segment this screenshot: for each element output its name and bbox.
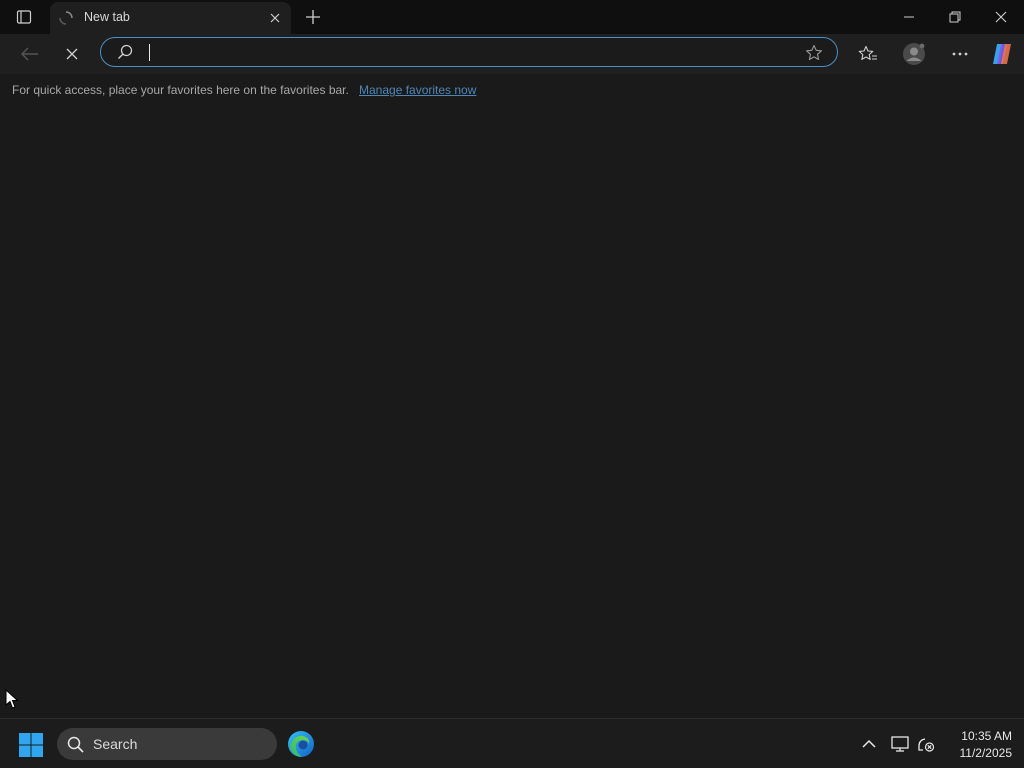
address-input[interactable]: [151, 42, 795, 64]
mouse-cursor-icon: [5, 689, 19, 709]
taskbar: Search 10:35 AM 11/2/2025: [0, 718, 1024, 768]
show-hidden-icons-button[interactable]: [859, 734, 879, 754]
minimize-button[interactable]: [886, 0, 932, 34]
copilot-button[interactable]: [988, 40, 1016, 68]
back-button[interactable]: [16, 40, 44, 68]
favorites-icon: [858, 45, 877, 60]
taskbar-search-label: Search: [93, 736, 138, 752]
display-tray-button[interactable]: [890, 734, 910, 754]
more-options-button[interactable]: [946, 40, 974, 68]
favorites-bar-message: For quick access, place your favorites h…: [12, 83, 349, 97]
tab-actions-icon: [16, 10, 32, 24]
windows-logo-icon[interactable]: [18, 732, 44, 758]
chevron-up-icon: [862, 739, 876, 748]
close-icon: [995, 11, 1007, 23]
tab-actions-button[interactable]: [10, 7, 38, 27]
back-icon: [21, 47, 38, 61]
restore-button[interactable]: [932, 0, 978, 34]
tab-new-tab[interactable]: New tab: [50, 2, 291, 34]
more-icon: [952, 52, 968, 56]
stop-loading-button[interactable]: [58, 40, 86, 68]
favorites-button[interactable]: [854, 40, 882, 68]
title-bar: New tab: [0, 0, 1024, 34]
browser-toolbar: [0, 34, 1024, 74]
network-disconnected-icon: [918, 738, 935, 752]
close-window-button[interactable]: [978, 0, 1024, 34]
edge-icon[interactable]: [287, 730, 315, 758]
minimize-icon: [904, 16, 914, 18]
taskbar-search-box[interactable]: Search: [57, 728, 277, 760]
display-icon: [891, 736, 909, 752]
address-bar[interactable]: [100, 37, 838, 67]
new-tab-button[interactable]: [302, 6, 324, 28]
clock-time: 10:35 AM: [961, 729, 1012, 743]
favorites-bar: For quick access, place your favorites h…: [0, 74, 1024, 104]
search-icon: [67, 736, 84, 753]
stop-icon: [66, 48, 78, 60]
tab-close-button[interactable]: [267, 10, 283, 26]
profile-button[interactable]: [900, 40, 928, 68]
page-content: [0, 104, 1024, 718]
close-icon: [270, 13, 280, 23]
manage-favorites-link[interactable]: Manage favorites now: [359, 83, 476, 97]
plus-icon: [306, 10, 320, 24]
star-icon[interactable]: [805, 44, 823, 62]
profile-icon: [903, 43, 925, 65]
text-caret: [149, 44, 150, 61]
system-clock[interactable]: 10:35 AM 11/2/2025: [960, 728, 1013, 762]
tab-title: New tab: [84, 10, 130, 24]
restore-icon: [949, 11, 961, 23]
copilot-icon: [993, 44, 1011, 64]
search-icon: [118, 44, 133, 59]
loading-spinner-icon: [59, 11, 73, 25]
clock-date: 11/2/2025: [959, 746, 1013, 760]
network-tray-button[interactable]: [916, 734, 936, 754]
